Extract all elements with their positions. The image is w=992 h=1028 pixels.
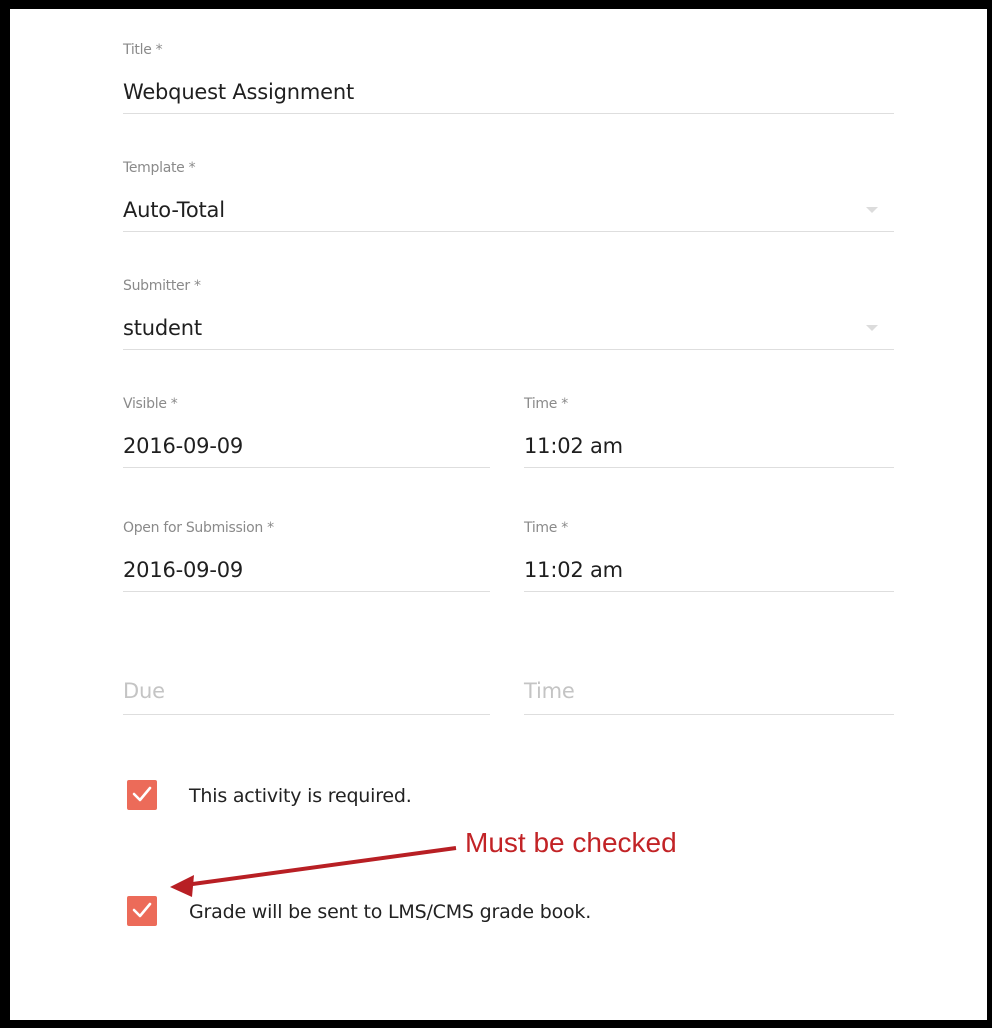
visible-time-field[interactable]: Time * 11:02 am (524, 396, 894, 468)
visible-date-label: Visible * (123, 396, 178, 412)
open-time-input[interactable]: 11:02 am (524, 558, 623, 582)
visible-time-input[interactable]: 11:02 am (524, 434, 623, 458)
template-underline (123, 231, 894, 232)
template-value[interactable]: Auto-Total (123, 198, 225, 222)
due-date-input[interactable]: Due (123, 679, 165, 703)
annotation-text: Must be checked (465, 827, 677, 858)
title-field[interactable]: Title * Webquest Assignment (123, 42, 894, 114)
grade-sync-checkbox-label[interactable]: Grade will be sent to LMS/CMS grade book… (189, 901, 591, 923)
submitter-select[interactable]: Submitter * student (123, 278, 894, 350)
visible-time-label: Time * (524, 396, 568, 412)
open-date-label: Open for Submission * (123, 520, 274, 536)
open-date-input[interactable]: 2016-09-09 (123, 558, 243, 582)
required-checkbox-label[interactable]: This activity is required. (189, 785, 412, 807)
required-checkbox[interactable] (127, 780, 157, 810)
due-time-input[interactable]: Time (524, 679, 575, 703)
visible-date-underline (123, 467, 490, 468)
due-time-underline (524, 714, 894, 715)
template-label: Template * (123, 160, 196, 176)
due-time-field[interactable]: Time (524, 675, 894, 715)
template-select[interactable]: Template * Auto-Total (123, 160, 894, 232)
visible-date-field[interactable]: Visible * 2016-09-09 (123, 396, 490, 468)
open-date-underline (123, 591, 490, 592)
open-time-underline (524, 591, 894, 592)
open-time-field[interactable]: Time * 11:02 am (524, 520, 894, 592)
submitter-label: Submitter * (123, 278, 201, 294)
check-icon (132, 786, 152, 802)
check-icon (132, 902, 152, 918)
title-input[interactable]: Webquest Assignment (123, 80, 354, 104)
submitter-value[interactable]: student (123, 316, 202, 340)
grade-sync-checkbox[interactable] (127, 896, 157, 926)
chevron-down-icon[interactable] (866, 207, 878, 213)
form-panel: Title * Webquest Assignment Template * A… (10, 9, 987, 1020)
open-date-field[interactable]: Open for Submission * 2016-09-09 (123, 520, 490, 592)
title-label: Title * (123, 42, 163, 58)
visible-time-underline (524, 467, 894, 468)
submitter-underline (123, 349, 894, 350)
due-date-underline (123, 714, 490, 715)
chevron-down-icon[interactable] (866, 325, 878, 331)
title-underline (123, 113, 894, 114)
visible-date-input[interactable]: 2016-09-09 (123, 434, 243, 458)
open-time-label: Time * (524, 520, 568, 536)
due-date-field[interactable]: Due (123, 675, 490, 715)
